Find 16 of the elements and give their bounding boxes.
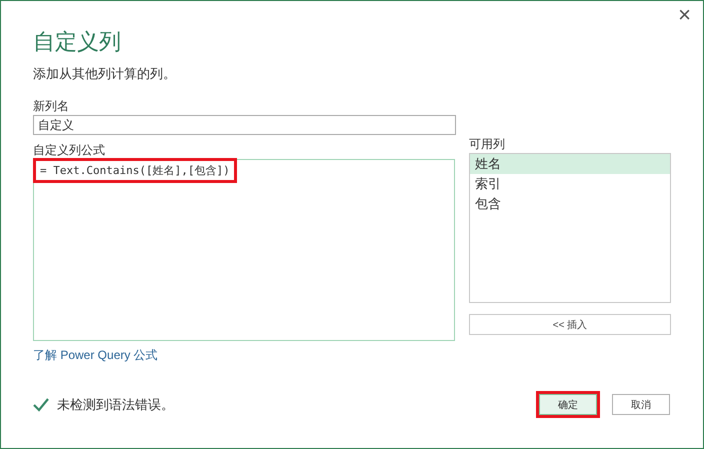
dialog-description: 添加从其他列计算的列。 <box>33 65 177 83</box>
status-message: 未检测到语法错误。 <box>57 396 174 414</box>
column-list-item[interactable]: 姓名 <box>470 154 670 174</box>
insert-button[interactable]: << 插入 <box>469 314 671 335</box>
field-label: 新列名 <box>33 98 70 114</box>
list-label: 可用列 <box>469 136 506 152</box>
dialog-title: 自定义列 <box>33 28 122 56</box>
field-label: 自定义列公式 <box>33 142 106 158</box>
column-list-item[interactable]: 包含 <box>470 194 670 214</box>
formula-text: = Text.Contains([姓名],[包含]) <box>33 158 237 183</box>
formula-field[interactable]: = Text.Contains([姓名],[包含]) <box>33 159 455 341</box>
column-name-field[interactable]: 自定义 <box>33 115 456 135</box>
column-list-item[interactable]: 索引 <box>470 174 670 194</box>
dialog-button[interactable]: 确定 <box>539 394 597 415</box>
learn-link[interactable]: 了解 Power Query 公式 <box>33 347 158 364</box>
dialog-button[interactable]: 取消 <box>612 394 670 415</box>
